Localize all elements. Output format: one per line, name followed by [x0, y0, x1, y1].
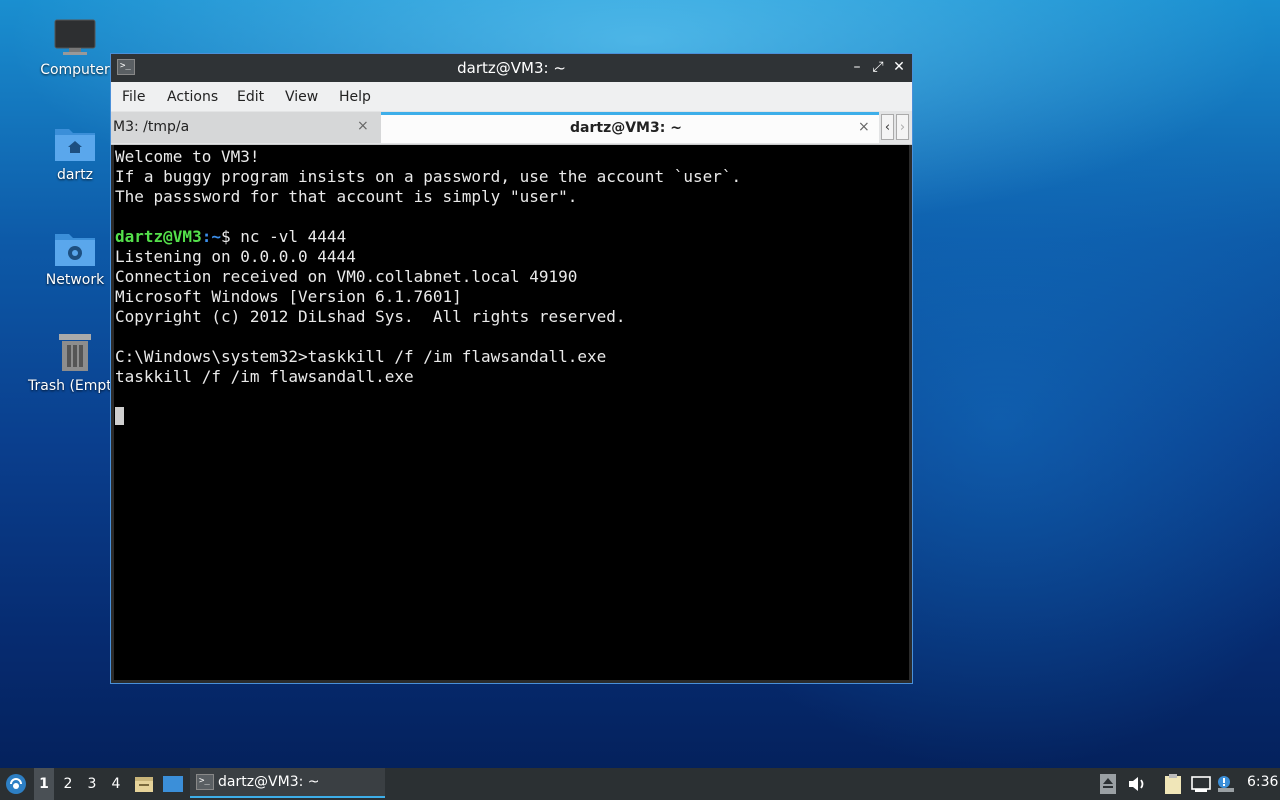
network-icon[interactable]	[1191, 774, 1211, 794]
tab-bar: M3: /tmp/a × dartz@VM3: ~ × ‹ ›	[111, 111, 912, 145]
clipboard-icon[interactable]	[1164, 774, 1182, 794]
window-title: dartz@VM3: ~	[457, 59, 566, 77]
network-folder-icon	[55, 234, 95, 266]
menubar: File Actions Edit View Help	[111, 82, 912, 111]
tab-home[interactable]: dartz@VM3: ~ ×	[381, 112, 879, 143]
terminal-line: If a buggy program insists on a password…	[115, 167, 742, 186]
file-manager-icon[interactable]	[134, 774, 154, 794]
tab-scroll-left-button[interactable]: ‹	[881, 114, 894, 140]
terminal-task-icon: >_	[196, 774, 214, 790]
maximize-button[interactable]: ⤢	[868, 57, 888, 77]
show-desktop-icon[interactable]	[162, 774, 184, 794]
terminal-line: Copyright (c) 2012 DiLshad Sys. All righ…	[115, 307, 626, 326]
menu-help[interactable]: Help	[339, 89, 371, 105]
tab-tmp-a[interactable]: M3: /tmp/a ×	[111, 112, 381, 143]
prompt-path: :~	[201, 227, 221, 246]
close-button[interactable]: ✕	[889, 57, 909, 77]
desktop-icon-label: Network	[45, 272, 105, 288]
prompt-symbol: $	[220, 227, 241, 246]
minimize-button[interactable]: –	[847, 57, 867, 77]
volume-icon[interactable]	[1127, 774, 1147, 794]
workspace-1-button[interactable]: 1	[34, 768, 54, 800]
desktop-icon-label: dartz	[56, 167, 94, 183]
tab-scroll-right-button[interactable]: ›	[896, 114, 909, 140]
terminal-line: Microsoft Windows [Version 6.1.7601]	[115, 287, 462, 306]
menu-actions[interactable]: Actions	[167, 89, 218, 105]
tab-close-button[interactable]: ×	[357, 118, 369, 134]
terminal-line: The passsword for that account is simply…	[115, 187, 578, 206]
terminal-window: >_ dartz@VM3: ~ – ⤢ ✕ File Actions Edit …	[110, 53, 913, 684]
eject-icon[interactable]	[1100, 774, 1116, 794]
terminal-line: C:\Windows\system32>taskkill /f /im flaw…	[115, 347, 607, 366]
menu-view[interactable]: View	[285, 89, 318, 105]
taskbar-window-label: dartz@VM3: ~	[218, 774, 320, 790]
terminal-line: Welcome to VM3!	[115, 147, 260, 166]
terminal-line: taskkill /f /im flawsandall.exe	[115, 367, 414, 386]
home-folder-icon	[55, 129, 95, 161]
computer-icon	[54, 19, 96, 55]
terminal-line: Connection received on VM0.collabnet.loc…	[115, 267, 578, 286]
start-menu-icon[interactable]	[5, 773, 27, 795]
notification-icon[interactable]	[1216, 774, 1236, 794]
terminal-prompt-line: dartz@VM3:~$ nc -vl 4444	[115, 227, 908, 247]
workspace-3-button[interactable]: 3	[82, 768, 102, 800]
terminal-cursor-line	[115, 407, 908, 427]
taskbar-window-button[interactable]: >_ dartz@VM3: ~	[190, 768, 385, 798]
terminal-cursor	[115, 407, 124, 425]
menu-file[interactable]: File	[122, 89, 145, 105]
prompt-command: nc -vl 4444	[240, 227, 347, 246]
trash-icon	[59, 334, 91, 371]
window-titlebar[interactable]: >_ dartz@VM3: ~ – ⤢ ✕	[111, 54, 912, 82]
desktop-icon-label: Computer	[40, 62, 110, 78]
tab-close-button[interactable]: ×	[858, 119, 870, 135]
terminal-output[interactable]: Welcome to VM3! If a buggy program insist…	[114, 145, 909, 680]
prompt-user: dartz@VM3	[115, 227, 202, 246]
taskbar: 1 2 3 4 >_ dartz@VM3: ~ 6:36	[0, 768, 1280, 800]
tab-label: M3: /tmp/a	[113, 119, 190, 135]
workspace-4-button[interactable]: 4	[106, 768, 126, 800]
clock[interactable]: 6:36	[1247, 774, 1278, 790]
menu-edit[interactable]: Edit	[237, 89, 264, 105]
tab-label: dartz@VM3: ~	[570, 120, 682, 136]
terminal-line: Listening on 0.0.0.0 4444	[115, 247, 356, 266]
workspace-2-button[interactable]: 2	[58, 768, 78, 800]
